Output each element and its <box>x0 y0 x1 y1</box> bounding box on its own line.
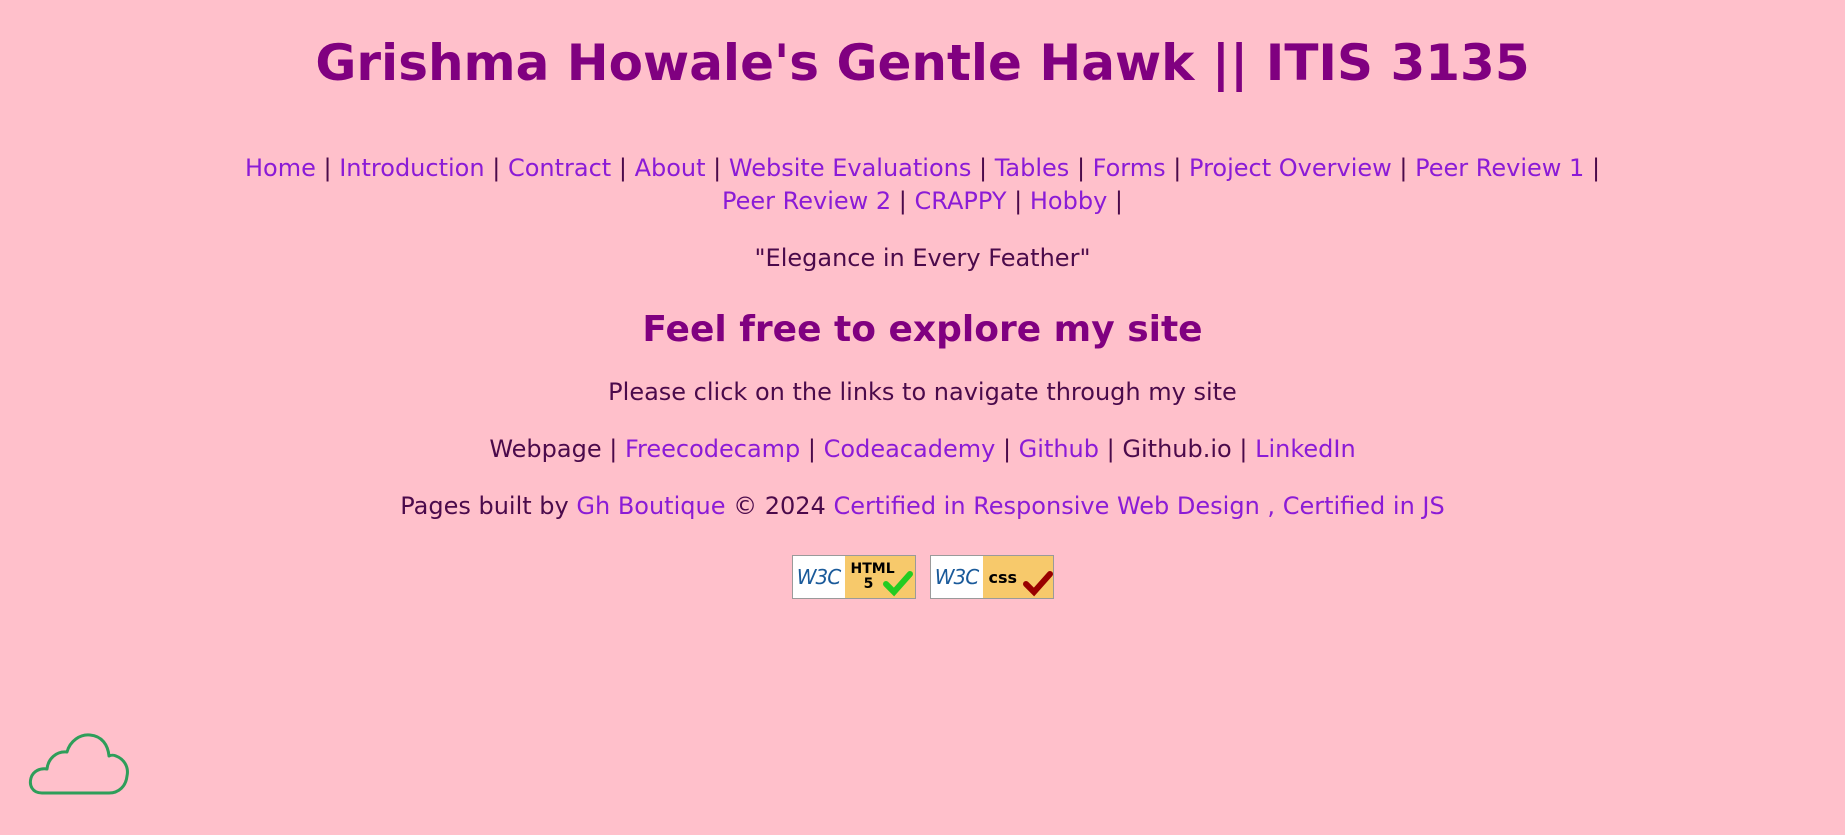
cloud-icon[interactable] <box>28 731 130 797</box>
green-check-icon <box>882 571 913 597</box>
gh-boutique-link[interactable]: Gh Boutique <box>576 492 725 520</box>
w3c-logo-html: W3C <box>792 556 845 598</box>
nav-link-about[interactable]: About <box>635 154 706 182</box>
nav-link-crappy[interactable]: CRAPPY <box>915 187 1007 215</box>
red-check-icon <box>1022 571 1053 597</box>
nav-link-introduction[interactable]: Introduction <box>339 154 484 182</box>
external-links: Webpage | Freecodecamp | Codeacademy | G… <box>489 435 1356 463</box>
nav-link-hobby[interactable]: Hobby <box>1030 187 1107 215</box>
codeacademy-link[interactable]: Codeacademy <box>824 435 996 463</box>
credit-prefix: Pages built by <box>400 492 569 520</box>
footer-credit: Pages built by Gh Boutique © 2024 Certif… <box>0 491 1845 521</box>
nav-link-peer-review-2[interactable]: Peer Review 2 <box>722 187 891 215</box>
nav-link-contract[interactable]: Contract <box>508 154 611 182</box>
page-title: Grishma Howale's Gentle Hawk || ITIS 313… <box>315 34 1530 92</box>
cert-responsive-link[interactable]: Certified in Responsive Web Design <box>833 492 1259 520</box>
motto: "Elegance in Every Feather" <box>754 244 1091 272</box>
cert-js-link[interactable]: Certified in JS <box>1283 492 1445 520</box>
w3c-css-badge[interactable]: W3C css <box>929 555 1054 599</box>
cert-comma: , <box>1267 492 1276 520</box>
github-link[interactable]: Github <box>1019 435 1099 463</box>
html5-label: HTML 5 <box>844 556 915 598</box>
linkedin-link[interactable]: LinkedIn <box>1255 435 1356 463</box>
instruction-text: Please click on the links to navigate th… <box>608 378 1237 406</box>
githubio-text: Github.io <box>1122 435 1232 463</box>
nav-link-home[interactable]: Home <box>245 154 316 182</box>
copyright-year: © 2024 <box>733 492 826 520</box>
w3c-logo-css: W3C <box>930 556 983 598</box>
nav-link-peer-review-1[interactable]: Peer Review 1 <box>1415 154 1584 182</box>
webpage-text: Webpage <box>489 435 602 463</box>
validation-badges: W3C HTML 5 W3C css <box>0 555 1845 599</box>
css-label: css <box>982 556 1053 598</box>
nav-row-1: Home | Introduction | Contract | About |… <box>244 154 1601 182</box>
nav-link-website-evaluations[interactable]: Website Evaluations <box>729 154 971 182</box>
freecodecamp-link[interactable]: Freecodecamp <box>625 435 800 463</box>
nav-link-forms[interactable]: Forms <box>1093 154 1166 182</box>
main-nav: Home | Introduction | Contract | About |… <box>0 152 1845 218</box>
nav-row-2: Peer Review 2 | CRAPPY | Hobby | <box>721 187 1124 215</box>
nav-link-project-overview[interactable]: Project Overview <box>1189 154 1392 182</box>
page: Grishma Howale's Gentle Hawk || ITIS 313… <box>0 0 1845 599</box>
section-heading: Feel free to explore my site <box>642 309 1203 350</box>
nav-link-tables[interactable]: Tables <box>995 154 1070 182</box>
w3c-html5-badge[interactable]: W3C HTML 5 <box>791 555 916 599</box>
